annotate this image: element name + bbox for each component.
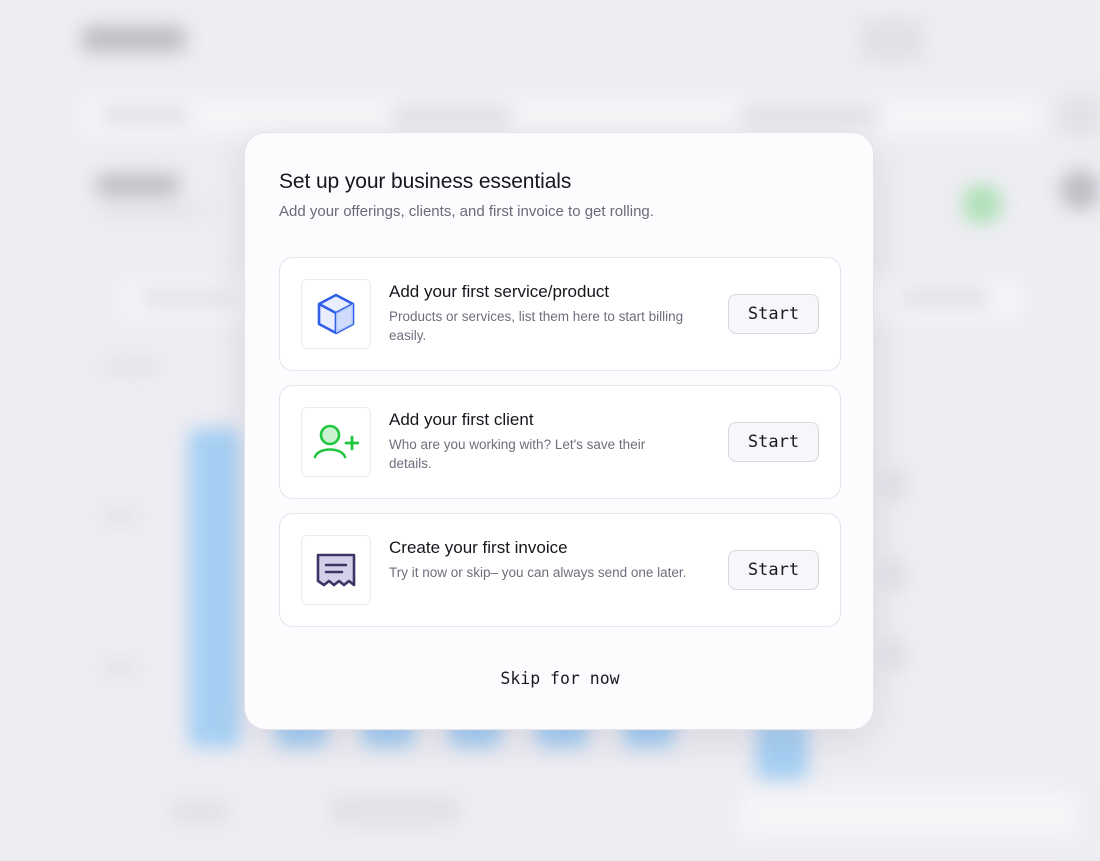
start-client-button[interactable]: Start bbox=[728, 422, 819, 462]
background-nav-bar bbox=[80, 96, 1040, 136]
background-nav-item bbox=[100, 106, 190, 124]
background-status-dot bbox=[962, 184, 1002, 224]
task-title: Create your first invoice bbox=[389, 538, 568, 557]
start-invoice-button[interactable]: Start bbox=[728, 550, 819, 590]
background-panel-item bbox=[140, 290, 240, 306]
task-title: Add your first client bbox=[389, 410, 534, 429]
background-stat-label bbox=[96, 174, 180, 196]
add-user-icon bbox=[313, 424, 359, 460]
background-nav-item bbox=[740, 104, 880, 126]
background-side-row bbox=[880, 470, 910, 500]
start-service-button[interactable]: Start bbox=[728, 294, 819, 334]
background-stat-sub bbox=[96, 204, 206, 216]
background-panel-item bbox=[900, 288, 990, 308]
background-nav-item bbox=[392, 104, 512, 126]
task-description: Try it now or skip– you can always send … bbox=[389, 565, 687, 580]
modal-subtitle: Add your offerings, clients, and first i… bbox=[279, 203, 654, 220]
background-logo bbox=[82, 26, 186, 52]
background-side-card bbox=[1060, 96, 1100, 136]
task-card-client: Add your first client Who are you workin… bbox=[279, 385, 841, 499]
background-chart-bar bbox=[188, 428, 240, 748]
background-row bbox=[100, 510, 140, 524]
cube-icon bbox=[316, 293, 356, 335]
background-avatar bbox=[1060, 170, 1100, 210]
task-icon-box bbox=[301, 407, 371, 477]
onboarding-modal: Set up your business essentials Add your… bbox=[244, 132, 874, 730]
task-icon-box bbox=[301, 535, 371, 605]
task-icon-box bbox=[301, 279, 371, 349]
background-header-control bbox=[860, 18, 924, 62]
background-footer-item bbox=[170, 800, 230, 824]
background-footer-item bbox=[330, 796, 460, 826]
background-row bbox=[100, 660, 140, 674]
task-list: Add your first service/product Products … bbox=[279, 257, 841, 641]
skip-for-now-button[interactable]: Skip for now bbox=[460, 661, 660, 695]
invoice-icon bbox=[315, 552, 357, 588]
task-card-service: Add your first service/product Products … bbox=[279, 257, 841, 371]
task-description: Who are you working with? Let's save the… bbox=[389, 437, 646, 471]
background-side-row bbox=[880, 640, 910, 670]
background-row bbox=[100, 360, 160, 374]
background-side-row bbox=[880, 560, 910, 590]
task-card-invoice: Create your first invoice Try it now or … bbox=[279, 513, 841, 627]
modal-title: Set up your business essentials bbox=[279, 170, 572, 193]
task-description: Products or services, list them here to … bbox=[389, 309, 684, 343]
task-title: Add your first service/product bbox=[389, 282, 610, 301]
background-footer-card bbox=[740, 790, 1080, 840]
